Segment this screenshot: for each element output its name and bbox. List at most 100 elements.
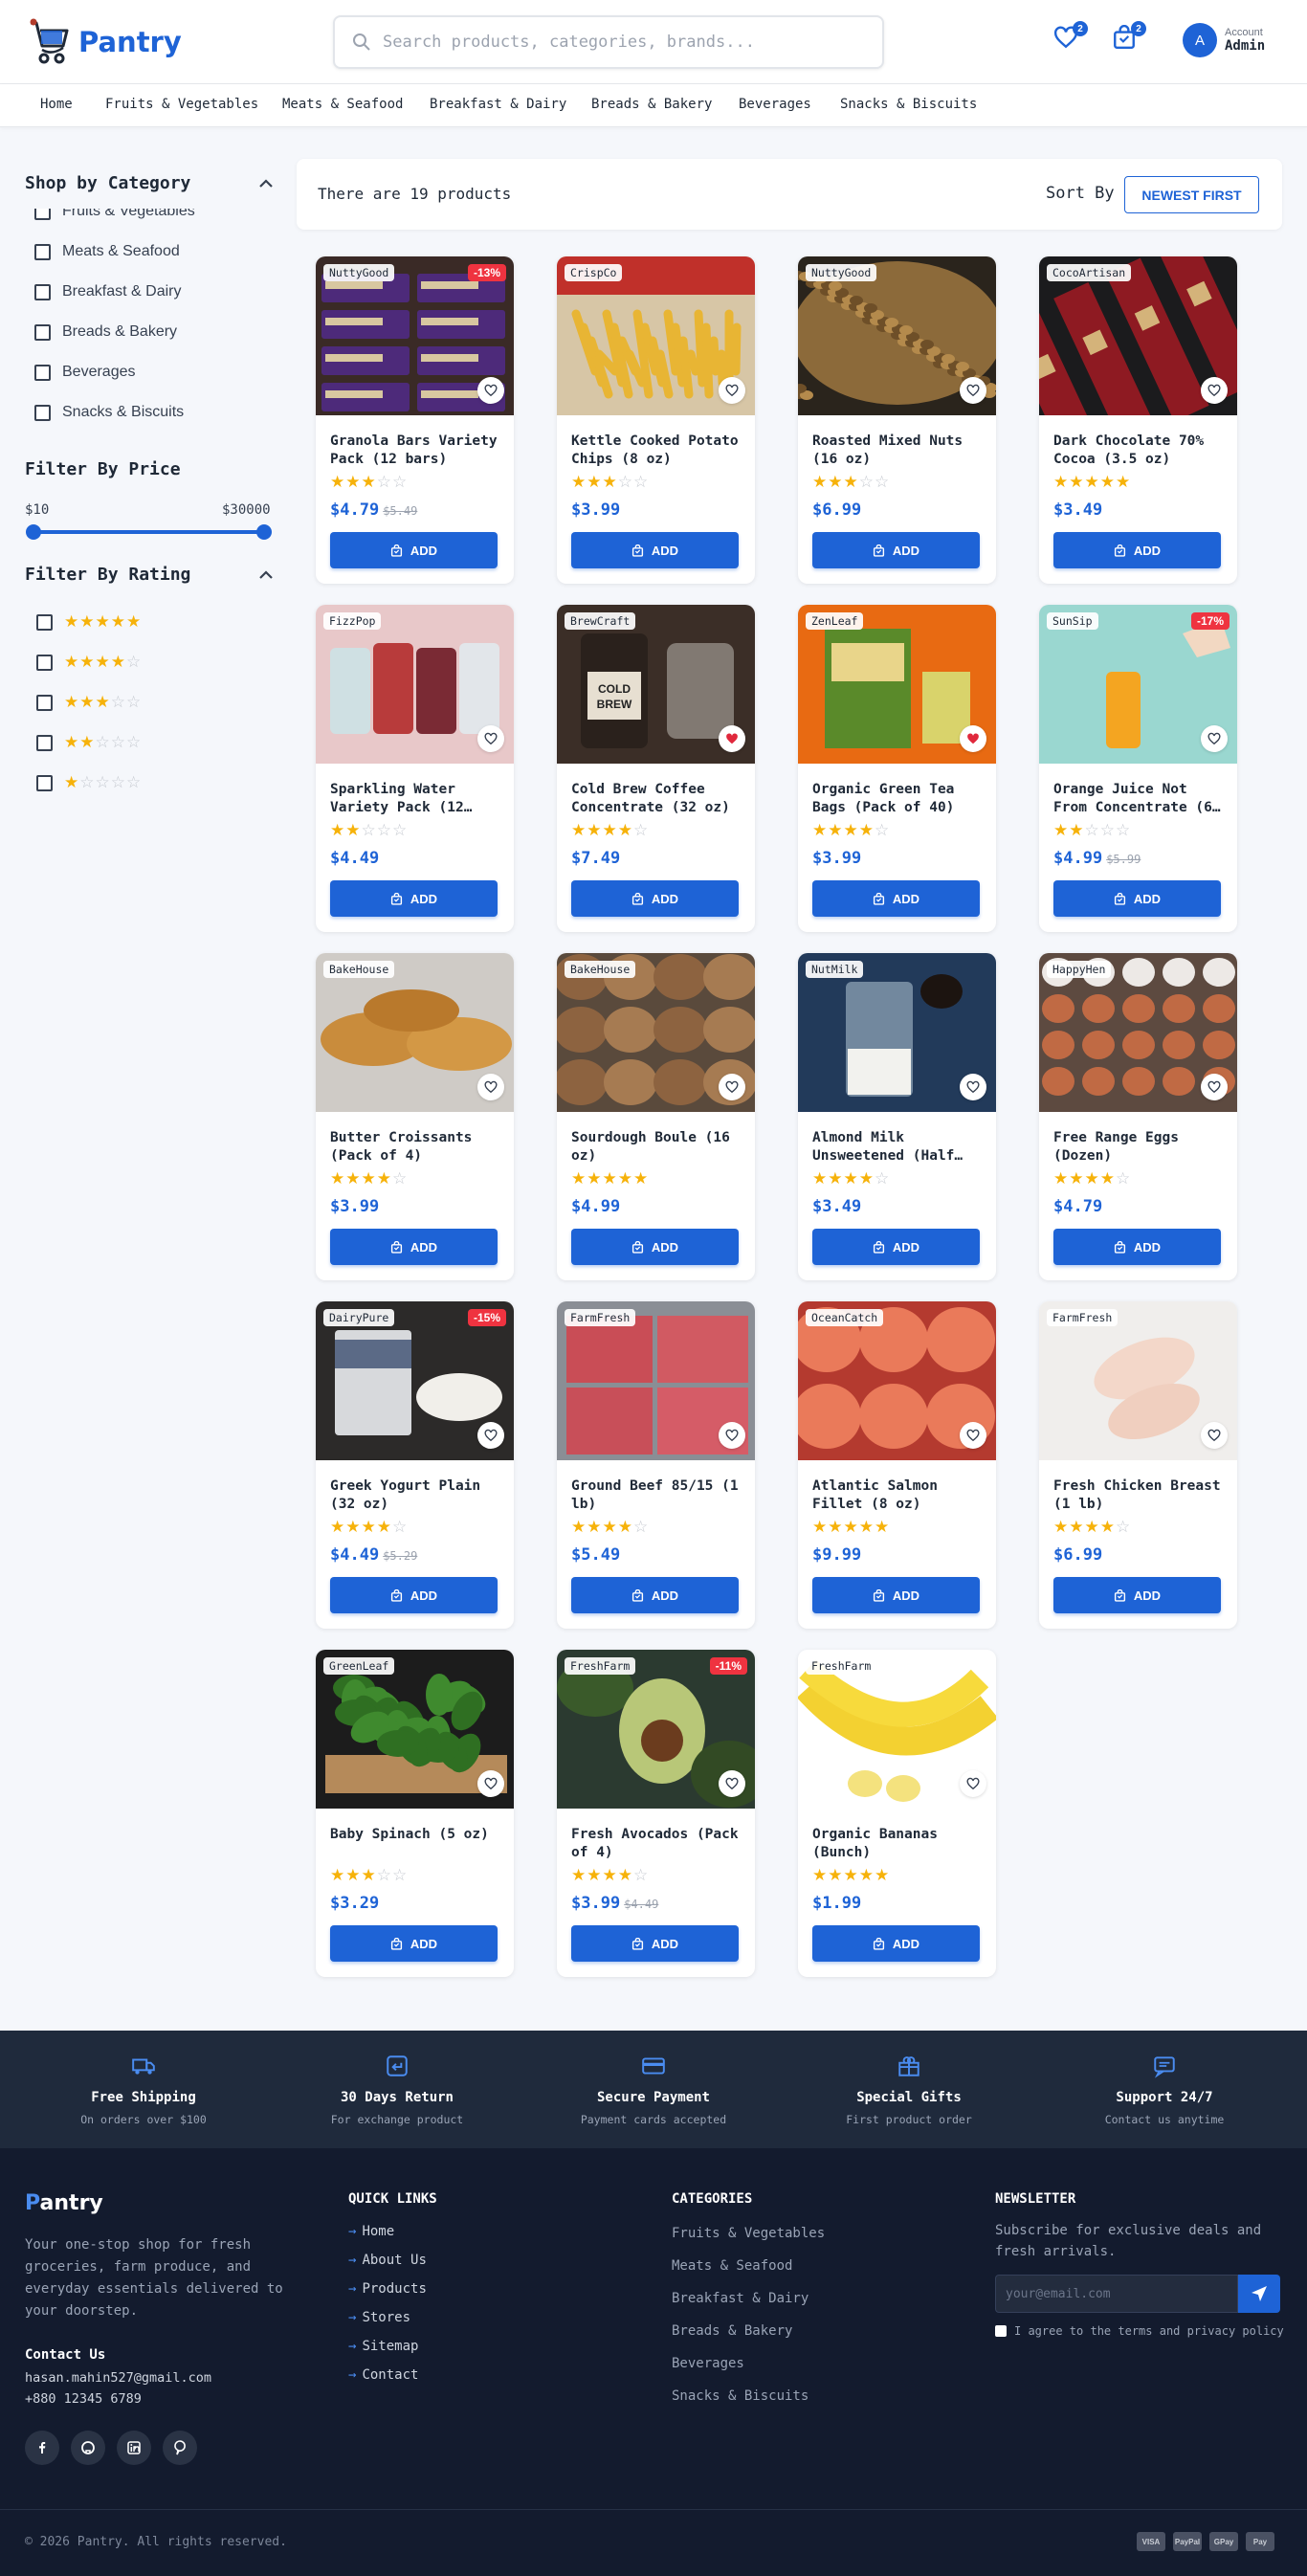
add-to-cart-button[interactable]: ADD bbox=[330, 880, 498, 917]
product-card[interactable]: FizzPop Sparkling Water Variety Pack (12 … bbox=[316, 605, 514, 932]
category-item-breakfast-dairy[interactable]: Breakfast & Dairy bbox=[34, 283, 181, 300]
wishlist-toggle[interactable] bbox=[1201, 1422, 1228, 1449]
checkbox[interactable] bbox=[36, 774, 53, 791]
wishlist-toggle[interactable] bbox=[477, 377, 504, 404]
checkbox[interactable] bbox=[36, 654, 53, 671]
product-card[interactable]: FreshFarm Organic Bananas (Bunch) ★★★★★ $1.… bbox=[798, 1650, 996, 1977]
add-to-cart-button[interactable]: ADD bbox=[571, 880, 739, 917]
github-icon[interactable] bbox=[71, 2431, 105, 2465]
wishlist-toggle[interactable] bbox=[960, 1074, 986, 1100]
quick-link-products[interactable]: → Products bbox=[348, 2275, 427, 2303]
wishlist-toggle[interactable] bbox=[960, 725, 986, 752]
wishlist-toggle[interactable] bbox=[960, 1770, 986, 1797]
product-card[interactable]: NuttyGood Roasted Mixed Nuts (16 oz) ★★★☆☆… bbox=[798, 256, 996, 584]
cart-button[interactable]: 2 bbox=[1112, 21, 1146, 54]
add-to-cart-button[interactable]: ADD bbox=[1053, 880, 1221, 917]
price-slider-min-handle[interactable] bbox=[26, 524, 41, 540]
quick-link-home[interactable]: → Home bbox=[348, 2217, 427, 2246]
account-menu[interactable]: A Account Admin bbox=[1183, 23, 1265, 57]
add-to-cart-button[interactable]: ADD bbox=[812, 1229, 980, 1265]
wishlist-toggle[interactable] bbox=[477, 1770, 504, 1797]
product-name[interactable]: Sparkling Water Variety Pack (12 cans) bbox=[330, 781, 502, 817]
add-to-cart-button[interactable]: ADD bbox=[330, 1229, 498, 1265]
category-item-breads-bakery[interactable]: Breads & Bakery bbox=[34, 323, 177, 341]
wishlist-button[interactable]: 2 bbox=[1053, 21, 1088, 54]
footer-category-link[interactable]: Beverages bbox=[672, 2347, 825, 2380]
footer-email[interactable]: hasan.mahin527@gmail.com bbox=[25, 2370, 211, 2386]
product-card[interactable]: GreenLeaf Baby Spinach (5 oz) ★★★☆☆ $3.29 AD… bbox=[316, 1650, 514, 1977]
checkbox[interactable] bbox=[34, 283, 51, 300]
product-name[interactable]: Orange Juice Not From Concentrate (64 oz… bbox=[1053, 781, 1226, 817]
nav-home[interactable]: Home bbox=[40, 97, 73, 112]
linkedin-icon[interactable] bbox=[117, 2431, 151, 2465]
footer-category-link[interactable]: Snacks & Biscuits bbox=[672, 2380, 825, 2412]
add-to-cart-button[interactable]: ADD bbox=[571, 1577, 739, 1613]
wishlist-toggle[interactable] bbox=[960, 1422, 986, 1449]
product-name[interactable]: Butter Croissants (Pack of 4) bbox=[330, 1129, 502, 1166]
add-to-cart-button[interactable]: ADD bbox=[1053, 1577, 1221, 1613]
wishlist-toggle[interactable] bbox=[477, 725, 504, 752]
add-to-cart-button[interactable]: ADD bbox=[571, 532, 739, 568]
product-name[interactable]: Ground Beef 85/15 (1 lb) bbox=[571, 1477, 743, 1514]
product-card[interactable]: FreshFarm -11% Fresh Avocados (Pack of 4) ★… bbox=[557, 1650, 755, 1977]
quick-link-contact[interactable]: → Contact bbox=[348, 2361, 427, 2389]
checkbox[interactable] bbox=[36, 613, 53, 631]
product-name[interactable]: Almond Milk Unsweetened (Half Gallon) bbox=[812, 1129, 985, 1166]
pinterest-icon[interactable] bbox=[163, 2431, 197, 2465]
nav-breakfast-dairy[interactable]: Breakfast & Dairy bbox=[430, 97, 566, 112]
wishlist-toggle[interactable] bbox=[477, 1422, 504, 1449]
product-name[interactable]: Greek Yogurt Plain (32 oz) bbox=[330, 1477, 502, 1514]
wishlist-toggle[interactable] bbox=[1201, 1074, 1228, 1100]
add-to-cart-button[interactable]: ADD bbox=[812, 1925, 980, 1962]
product-card[interactable]: FarmFresh Fresh Chicken Breast (1 lb) ★★★★… bbox=[1039, 1301, 1237, 1629]
newsletter-email-input[interactable]: your@email.com bbox=[995, 2275, 1238, 2313]
add-to-cart-button[interactable]: ADD bbox=[1053, 1229, 1221, 1265]
rating-filter-4-stars[interactable]: ★★★★☆ bbox=[36, 653, 142, 672]
category-item-fruits-vegetables[interactable]: Fruits & Vegetables bbox=[34, 209, 195, 220]
add-to-cart-button[interactable]: ADD bbox=[812, 880, 980, 917]
price-slider-track[interactable] bbox=[33, 530, 264, 534]
add-to-cart-button[interactable]: ADD bbox=[571, 1925, 739, 1962]
product-card[interactable]: FarmFresh Ground Beef 85/15 (1 lb) ★★★★☆ $5… bbox=[557, 1301, 755, 1629]
newsletter-submit-button[interactable] bbox=[1238, 2275, 1280, 2313]
product-name[interactable]: Sourdough Boule (16 oz) bbox=[571, 1129, 743, 1166]
add-to-cart-button[interactable]: ADD bbox=[812, 1577, 980, 1613]
product-name[interactable]: Roasted Mixed Nuts (16 oz) bbox=[812, 433, 985, 469]
add-to-cart-button[interactable]: ADD bbox=[330, 1925, 498, 1962]
facebook-icon[interactable] bbox=[25, 2431, 59, 2465]
product-card[interactable]: CocoArtisan Dark Chocolate 70% Cocoa (3.5… bbox=[1039, 256, 1237, 584]
product-card[interactable]: HappyHen Free Range Eggs (Dozen) ★★★★☆ $4.7… bbox=[1039, 953, 1237, 1280]
add-to-cart-button[interactable]: ADD bbox=[330, 1577, 498, 1613]
product-card[interactable]: BakeHouse Sourdough Boule (16 oz) ★★★★★ $4.… bbox=[557, 953, 755, 1280]
product-card[interactable]: BakeHouse Butter Croissants (Pack of 4) ★★… bbox=[316, 953, 514, 1280]
add-to-cart-button[interactable]: ADD bbox=[571, 1229, 739, 1265]
category-item-meats-seafood[interactable]: Meats & Seafood bbox=[34, 243, 180, 260]
footer-category-link[interactable]: Meats & Seafood bbox=[672, 2250, 825, 2282]
rating-filter-header[interactable]: Filter By Rating bbox=[25, 565, 274, 585]
wishlist-toggle[interactable] bbox=[719, 725, 745, 752]
checkbox[interactable] bbox=[34, 364, 51, 381]
wishlist-toggle[interactable] bbox=[1201, 725, 1228, 752]
wishlist-toggle[interactable] bbox=[477, 1074, 504, 1100]
wishlist-toggle[interactable] bbox=[1201, 377, 1228, 404]
price-slider-max-handle[interactable] bbox=[256, 524, 272, 540]
product-name[interactable]: Granola Bars Variety Pack (12 bars) bbox=[330, 433, 502, 469]
rating-filter-3-stars[interactable]: ★★★☆☆ bbox=[36, 693, 142, 712]
product-card[interactable]: COLD BREW BrewCraft Cold Brew Coffee Concen… bbox=[557, 605, 755, 932]
product-card[interactable]: DairyPure -15% Greek Yogurt Plain (32 oz) ★… bbox=[316, 1301, 514, 1629]
product-name[interactable]: Free Range Eggs (Dozen) bbox=[1053, 1129, 1226, 1166]
category-item-beverages[interactable]: Beverages bbox=[34, 364, 136, 381]
category-filter-header[interactable]: Shop by Category bbox=[25, 173, 274, 193]
nav-beverages[interactable]: Beverages bbox=[739, 97, 811, 112]
wishlist-toggle[interactable] bbox=[719, 377, 745, 404]
search-input[interactable] bbox=[383, 33, 842, 52]
product-name[interactable]: Baby Spinach (5 oz) bbox=[330, 1826, 502, 1844]
wishlist-toggle[interactable] bbox=[719, 1422, 745, 1449]
product-name[interactable]: Kettle Cooked Potato Chips (8 oz) bbox=[571, 433, 743, 469]
product-card[interactable]: ZenLeaf Organic Green Tea Bags (Pack of 4… bbox=[798, 605, 996, 932]
checkbox[interactable] bbox=[34, 323, 51, 341]
add-to-cart-button[interactable]: ADD bbox=[812, 532, 980, 568]
nav-fruits-vegetables[interactable]: Fruits & Vegetables bbox=[105, 97, 258, 112]
footer-category-link[interactable]: Breakfast & Dairy bbox=[672, 2282, 825, 2315]
category-item-snacks-biscuits[interactable]: Snacks & Biscuits bbox=[34, 404, 184, 421]
